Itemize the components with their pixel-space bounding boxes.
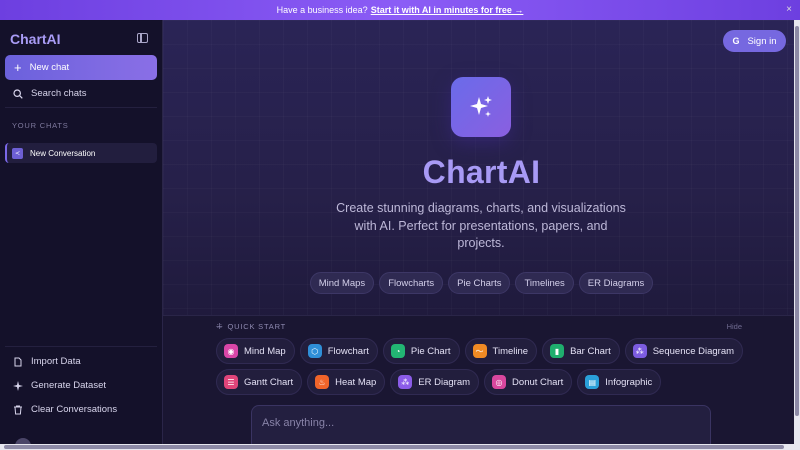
bar-chart-icon: ▮	[550, 344, 565, 358]
chip-label: Pie Chart	[410, 345, 451, 357]
scrollbar-thumb[interactable]	[4, 445, 784, 449]
clear-conversations-label: Clear Conversations	[31, 404, 118, 415]
sidebar: ChartAI + New chat Search chats YOUR CHA…	[0, 20, 163, 450]
sidebar-toggle-icon[interactable]	[137, 33, 148, 43]
clear-conversations-button[interactable]: Clear Conversations	[13, 404, 117, 415]
import-data-button[interactable]: Import Data	[13, 356, 81, 367]
chip-label: Bar Chart	[570, 345, 611, 357]
divider	[5, 346, 157, 347]
import-icon	[14, 357, 22, 366]
chip-heat-map[interactable]: ♨ Heat Map	[307, 369, 386, 395]
section-label: YOUR CHATS	[12, 121, 69, 130]
vertical-scrollbar[interactable]	[794, 20, 800, 450]
tag-flowcharts[interactable]: Flowcharts	[379, 272, 444, 294]
feature-tags: Mind Maps Flowcharts Pie Charts Timeline…	[163, 272, 800, 294]
tag-pie-charts[interactable]: Pie Charts	[448, 272, 511, 294]
banner-cta-link[interactable]: Start it with AI in minutes for free →	[371, 5, 524, 15]
chip-infographic[interactable]: ▤ Infographic	[577, 369, 662, 395]
quick-start-text: QUICK START	[227, 322, 287, 331]
banner-text: Have a business idea?	[276, 5, 368, 15]
chip-label: Gantt Chart	[244, 376, 294, 388]
tag-timelines[interactable]: Timelines	[515, 272, 574, 294]
chip-label: Donut Chart	[512, 376, 564, 388]
tag-er-diagrams[interactable]: ER Diagrams	[578, 272, 654, 294]
chat-input[interactable]	[262, 415, 692, 431]
quick-start-label: ⁜ QUICK START	[216, 322, 286, 331]
divider	[5, 107, 157, 108]
plus-icon: +	[14, 60, 22, 75]
banner-close-icon[interactable]: ×	[786, 4, 792, 15]
hero-title: ChartAI	[422, 154, 541, 190]
chip-mind-map[interactable]: ◉ Mind Map	[216, 338, 295, 364]
search-chats-button[interactable]: Search chats	[13, 88, 86, 99]
chip-label: Mind Map	[244, 345, 286, 357]
new-chat-label: New chat	[29, 62, 70, 73]
chip-donut-chart[interactable]: ◎ Donut Chart	[484, 369, 573, 395]
sign-in-button[interactable]: G Sign in	[723, 30, 786, 52]
app-logo	[451, 77, 511, 137]
mind-map-icon: ◉	[224, 344, 238, 358]
chip-label: Heat Map	[335, 376, 377, 388]
flowchart-icon: ⬡	[307, 344, 322, 358]
import-data-label: Import Data	[31, 356, 81, 367]
chip-label: ER Diagram	[418, 376, 471, 388]
main-content: G Sign in ChartAI Create stunning diagra…	[163, 20, 800, 450]
sparkles-icon	[470, 96, 492, 117]
er-diagram-icon: ⁂	[398, 375, 413, 389]
horizontal-scrollbar[interactable]	[0, 444, 794, 450]
chip-sequence-diagram[interactable]: ⁂ Sequence Diagram	[624, 338, 744, 364]
tag-mind-maps[interactable]: Mind Maps	[309, 272, 375, 294]
pie-chart-icon: ◔	[390, 344, 405, 358]
generate-dataset-button[interactable]: Generate Dataset	[13, 380, 106, 391]
conversation-item[interactable]: ≺ New Conversation	[5, 143, 157, 163]
search-chats-label: Search chats	[31, 88, 87, 99]
sparkle-icon: ⁜	[216, 322, 224, 331]
heat-map-icon: ♨	[315, 375, 330, 389]
quick-start-row-1: ◉ Mind Map ⬡ Flowchart ◔ Pie Chart 〜 Tim…	[216, 338, 744, 364]
quick-start-row-2: ☰ Gantt Chart ♨ Heat Map ⁂ ER Diagram ◎ …	[216, 369, 662, 395]
chip-timeline[interactable]: 〜 Timeline	[464, 338, 538, 364]
quick-start-panel: ⁜ QUICK START Hide ◉ Mind Map ⬡ Flowchar…	[163, 315, 800, 450]
conversation-label: New Conversation	[30, 148, 96, 158]
chat-icon: ≺	[12, 147, 23, 159]
chip-label: Infographic	[605, 376, 653, 388]
brand-logo[interactable]: ChartAI	[10, 31, 61, 47]
trash-icon	[14, 405, 22, 414]
donut-chart-icon: ◎	[492, 375, 507, 389]
chip-label: Timeline	[492, 345, 529, 357]
promo-banner: Have a business idea? Start it with AI i…	[0, 0, 800, 20]
chip-flowchart[interactable]: ⬡ Flowchart	[299, 338, 378, 364]
chip-pie-chart[interactable]: ◔ Pie Chart	[382, 338, 460, 364]
timeline-icon: 〜	[472, 344, 487, 358]
scrollbar-thumb[interactable]	[795, 26, 799, 416]
hide-button[interactable]: Hide	[727, 322, 742, 331]
generate-dataset-label: Generate Dataset	[31, 380, 106, 391]
sequence-icon: ⁂	[632, 344, 647, 358]
sparkle-icon	[13, 380, 23, 391]
infographic-icon: ▤	[585, 375, 600, 389]
chip-er-diagram[interactable]: ⁂ ER Diagram	[390, 369, 480, 395]
chip-bar-chart[interactable]: ▮ Bar Chart	[542, 338, 620, 364]
google-icon: G	[732, 36, 740, 46]
sign-in-label: Sign in	[747, 35, 777, 47]
chip-label: Sequence Diagram	[652, 345, 735, 357]
chip-gantt-chart[interactable]: ☰ Gantt Chart	[216, 369, 303, 395]
search-icon	[13, 88, 23, 99]
new-chat-button[interactable]: + New chat	[5, 55, 157, 80]
chip-label: Flowchart	[327, 345, 369, 357]
gantt-icon: ☰	[224, 375, 238, 389]
hero-description: Create stunning diagrams, charts, and vi…	[336, 201, 626, 250]
